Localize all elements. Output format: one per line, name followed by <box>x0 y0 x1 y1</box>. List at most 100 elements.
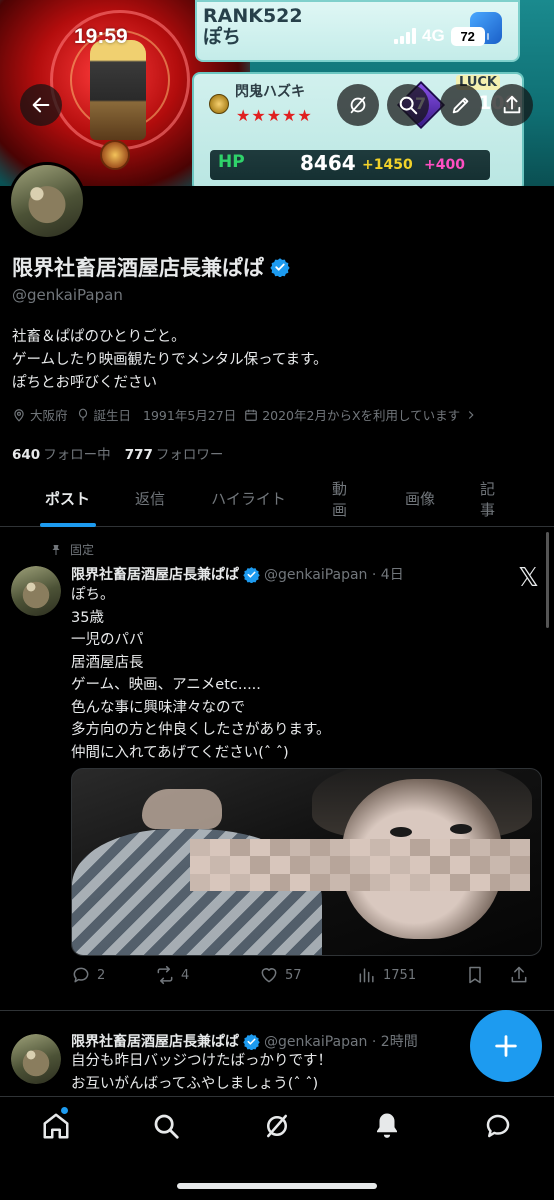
tab-replies[interactable]: 返信 <box>135 470 165 527</box>
status-time: 19:59 <box>74 25 128 48</box>
repost-button[interactable]: 4 <box>155 965 259 985</box>
profile-joined[interactable]: 2020年2月からXを利用しています <box>244 405 478 424</box>
followers-link[interactable]: 777 フォロワー <box>125 443 224 463</box>
mosaic-tile <box>350 873 370 891</box>
scrollbar[interactable] <box>546 532 549 628</box>
mosaic-tile <box>270 839 290 857</box>
banner-hp-bonus-1: +1450 <box>362 157 413 173</box>
bell-icon[interactable] <box>372 1111 402 1141</box>
home-indicator[interactable] <box>177 1183 377 1189</box>
tab-articles[interactable]: 記事 <box>480 470 506 527</box>
image-hand <box>142 789 222 829</box>
banner-hp-label: HP <box>218 152 245 172</box>
verified-badge-icon <box>243 566 260 583</box>
birthday-date: 1991年5月27日 <box>143 408 237 423</box>
battery-icon: 72 <box>450 26 489 46</box>
network-type: 4G <box>422 26 445 45</box>
reply-count: 2 <box>97 967 106 983</box>
status-indicators: 4G 72 <box>394 26 489 46</box>
banner-hp-bonus-2: +400 <box>424 157 465 173</box>
mosaic-tile <box>430 839 450 857</box>
mosaic-tile <box>370 839 390 857</box>
share-button[interactable] <box>491 84 533 126</box>
post-text: 自分も昨日バッジつけたばっかりです！ お互いがんばってふやしましょう(ˆ ˆ) <box>71 1053 332 1092</box>
mosaic-tile <box>250 856 270 874</box>
cellular-signal-icon <box>394 28 416 44</box>
heart-icon <box>261 968 277 983</box>
mosaic-tile <box>210 839 230 857</box>
pinned-label: 固定 <box>70 543 95 557</box>
views-button[interactable]: 1751 <box>357 965 465 985</box>
tab-posts[interactable]: ポスト <box>0 470 135 527</box>
tab-images[interactable]: 画像 <box>360 470 480 527</box>
mosaic-tile <box>230 856 250 874</box>
profile-birthday: 誕生日 1991年5月27日 <box>76 405 237 424</box>
like-count: 57 <box>285 967 302 983</box>
mosaic-tile <box>270 856 290 874</box>
bookmark-button[interactable] <box>465 965 509 985</box>
post-avatar[interactable] <box>11 1034 61 1084</box>
mosaic-tile <box>510 856 530 874</box>
mosaic-tile <box>210 873 230 891</box>
compose-post-button[interactable] <box>470 1010 542 1082</box>
grok-icon <box>350 96 366 114</box>
grok-button[interactable] <box>337 84 379 126</box>
post-actions: 2 4 57 1751 <box>71 965 542 985</box>
mosaic-tile <box>430 856 450 874</box>
home-icon[interactable] <box>41 1111 71 1141</box>
banner-rank-text: RANK522 ぽち <box>203 6 303 48</box>
profile-display-name: 限界社畜居酒屋店長兼ぱぱ <box>12 252 290 282</box>
x-logo-icon: 𝕏 <box>518 563 539 593</box>
mosaic-tile <box>310 856 330 874</box>
mosaic-tile <box>270 873 290 891</box>
banner-character-name: 閃鬼ハズキ <box>235 84 305 100</box>
post-header: 限界社畜居酒屋店長兼ぱぱ @genkaiPapan · 2時間 <box>71 1031 418 1051</box>
share-icon <box>511 966 527 983</box>
display-name-text: 限界社畜居酒屋店長兼ぱぱ <box>12 256 264 280</box>
chevron-right-icon <box>469 410 474 419</box>
grok-icon[interactable] <box>262 1111 292 1141</box>
post-author-name[interactable]: 限界社畜居酒屋店長兼ぱぱ <box>71 1031 239 1051</box>
followers-label: フォロワー <box>155 447 224 463</box>
birthday-label: 誕生日 <box>93 408 132 423</box>
search-icon <box>399 96 418 115</box>
view-count: 1751 <box>383 967 417 983</box>
post-handle-time: @genkaiPapan · 2時間 <box>264 1034 418 1050</box>
mosaic-tile <box>190 839 210 857</box>
reply-icon <box>73 967 89 983</box>
mosaic-tile <box>230 839 250 857</box>
like-button[interactable]: 57 <box>259 965 357 985</box>
mosaic-tile <box>410 873 430 891</box>
post-avatar[interactable] <box>11 566 61 616</box>
verified-badge-icon <box>270 258 290 277</box>
edit-button[interactable] <box>440 84 482 126</box>
post-share-button[interactable] <box>509 965 529 985</box>
mosaic-tile <box>410 856 430 874</box>
post-image[interactable] <box>71 768 542 956</box>
location-text: 大阪府 <box>30 408 68 423</box>
image-eye <box>450 824 472 834</box>
mosaic-tile <box>450 856 470 874</box>
tab-highlights[interactable]: ハイライト <box>165 470 332 527</box>
mosaic-tile <box>390 873 410 891</box>
mosaic-tile <box>250 873 270 891</box>
banner-rarity-stars: ★★★★★ <box>236 106 313 125</box>
following-link[interactable]: 640 フォロー中 <box>12 443 111 463</box>
mosaic-tile <box>450 873 470 891</box>
following-count: 640 <box>12 447 41 463</box>
banner-character-sprite <box>90 40 146 140</box>
plus-icon <box>495 1035 517 1057</box>
post-author-name[interactable]: 限界社畜居酒屋店長兼ぱぱ <box>71 564 239 584</box>
joined-text: 2020年2月からXを利用しています <box>262 408 461 423</box>
back-button[interactable] <box>20 84 62 126</box>
mosaic-tile <box>350 856 370 874</box>
messages-icon[interactable] <box>483 1111 513 1141</box>
reply-button[interactable]: 2 <box>71 965 155 985</box>
search-icon[interactable] <box>151 1111 181 1141</box>
tab-videos[interactable]: 動画 <box>332 470 360 527</box>
profile-avatar[interactable] <box>8 162 86 240</box>
profile-tabs: ポスト 返信 ハイライト 動画 画像 記事 <box>0 470 554 527</box>
post-header: 限界社畜居酒屋店長兼ぱぱ @genkaiPapan · 4日 <box>71 564 404 584</box>
search-button[interactable] <box>387 84 429 126</box>
notification-dot <box>61 1107 68 1114</box>
